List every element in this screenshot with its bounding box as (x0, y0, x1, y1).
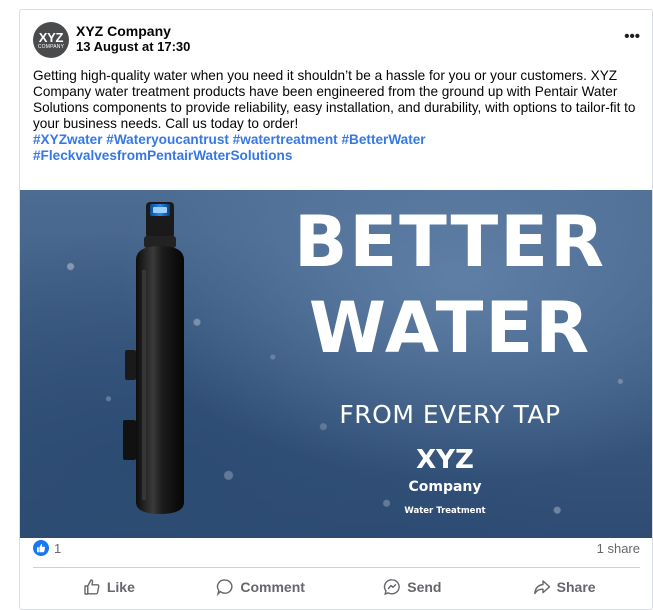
avatar-text: XYZ (38, 30, 64, 45)
reactions-bar: 1 1 share (33, 540, 640, 560)
author-name[interactable]: XYZ Company (76, 23, 171, 39)
brand-name: XYZ (416, 445, 474, 475)
post-image[interactable]: BETTER WATER FROM EVERY TAP XYZ Company … (20, 190, 652, 538)
brand-subname: Company (408, 479, 482, 495)
messenger-icon (384, 579, 401, 596)
hashtags-line-1[interactable]: #XYZwater #Wateryoucantrust #watertreatm… (33, 132, 426, 147)
avatar-subtext: COMPANY (37, 44, 65, 50)
comment-bubble-icon (217, 579, 233, 596)
share-button[interactable]: Share (488, 572, 640, 602)
comment-button[interactable]: Comment (185, 572, 337, 602)
hashtags-line-2[interactable]: #FleckvalvesfromPentairWaterSolutions (33, 148, 292, 163)
more-dots-icon[interactable]: ••• (624, 28, 640, 45)
water-softener-tank-image (123, 202, 184, 514)
subheadline: FROM EVERY TAP (339, 400, 561, 429)
share-count[interactable]: 1 share (597, 541, 640, 556)
reaction-count[interactable]: 1 (54, 541, 61, 556)
share-arrow-icon (533, 580, 550, 595)
post-card: XYZ COMPANY XYZ Company 13 August at 17:… (19, 9, 653, 610)
like-reaction-icon[interactable] (33, 540, 49, 556)
divider (33, 567, 640, 568)
brand-tagline: Water Treatment (404, 506, 486, 516)
share-label: Share (556, 579, 596, 595)
headline-better: BETTER (294, 201, 606, 283)
post-text: Getting high-quality water when you need… (33, 68, 636, 131)
avatar[interactable]: XYZ COMPANY (33, 22, 69, 58)
post-header: XYZ COMPANY XYZ Company 13 August at 17:… (33, 22, 640, 58)
send-button[interactable]: Send (337, 572, 489, 602)
thumbs-up-icon (84, 579, 100, 595)
post-timestamp[interactable]: 13 August at 17:30 (76, 39, 190, 55)
like-button[interactable]: Like (33, 572, 185, 602)
like-label: Like (106, 579, 135, 595)
headline-water: WATER (308, 287, 592, 369)
comment-label: Comment (240, 579, 305, 595)
action-bar: Like Comment Send Share (33, 572, 640, 602)
post-message: Getting high-quality water when you need… (33, 68, 643, 164)
send-label: Send (407, 579, 442, 595)
